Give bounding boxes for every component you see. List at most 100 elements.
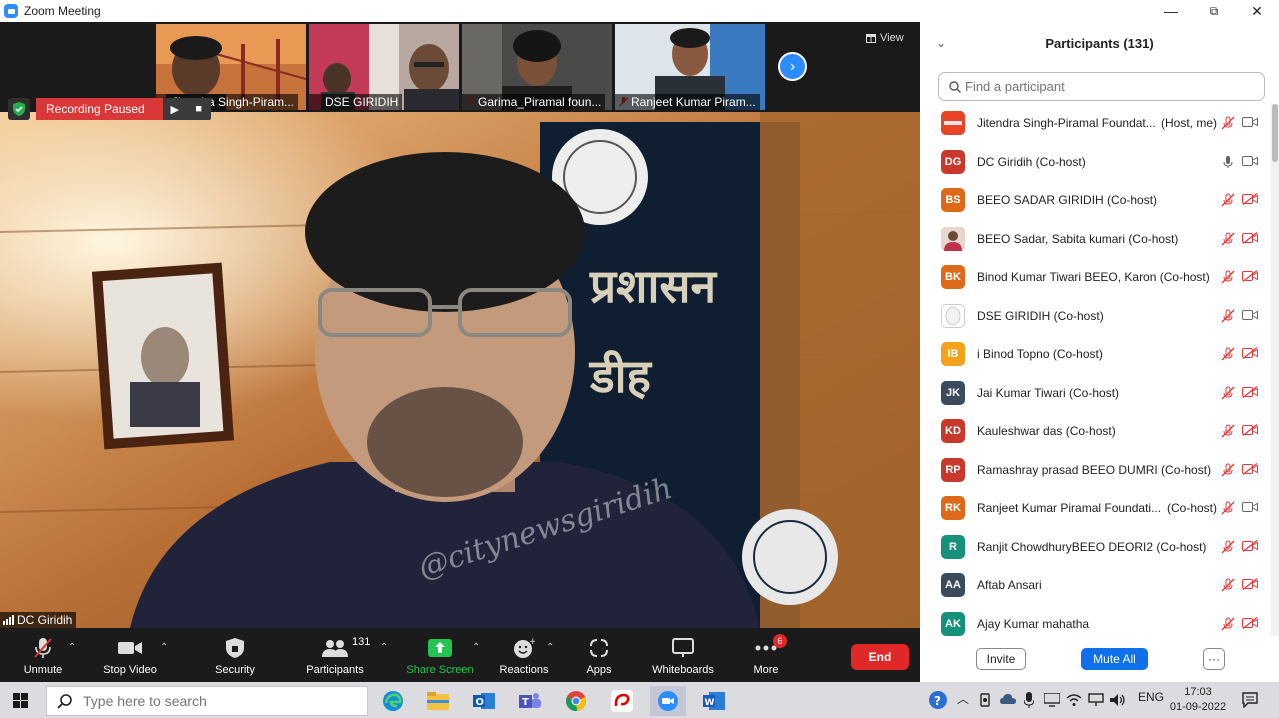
invite-button[interactable]: Invite (976, 648, 1026, 670)
muted-mic-icon[interactable] (1221, 578, 1235, 592)
outlook-icon[interactable]: O (466, 686, 502, 716)
participant-row[interactable]: BK Binod Kumar Tiwari BEEO, Karon (Co-hos… (920, 258, 1270, 297)
muted-mic-icon[interactable] (1221, 540, 1235, 554)
audio-options-caret-icon[interactable]: ⌃ (68, 642, 76, 653)
share-caret-icon[interactable]: ⌃ (472, 642, 480, 653)
participant-row[interactable]: BS BEEO SADAR GIRIDIH (Co-host) (920, 181, 1270, 220)
volume-icon[interactable] (1110, 693, 1126, 710)
reactions-caret-icon[interactable]: ⌃ (546, 642, 554, 653)
mute-all-button[interactable]: Mute All (1081, 648, 1148, 670)
taskbar-search-input[interactable] (83, 693, 343, 709)
participant-search[interactable] (938, 72, 1265, 101)
apps-button[interactable]: Apps (578, 628, 620, 682)
view-button[interactable]: View (866, 32, 904, 44)
file-explorer-icon[interactable] (420, 686, 456, 716)
participant-row[interactable]: Jitendra Singh-Piramal Foundat... (Host, … (920, 104, 1270, 143)
participant-row[interactable]: RP Ramashray prasad BEEO DUMRI (Co-host) (920, 451, 1270, 490)
muted-mic-icon[interactable] (1221, 232, 1235, 246)
next-page-button[interactable]: › (778, 52, 807, 81)
onedrive-cloud-icon[interactable] (1000, 693, 1016, 708)
participant-list-scrollbar[interactable] (1271, 104, 1279, 636)
muted-mic-icon[interactable] (1221, 463, 1235, 477)
muted-mic-icon[interactable] (1221, 617, 1235, 631)
windows-start-icon[interactable] (13, 693, 29, 712)
taskbar-clock[interactable]: 17:03 01-09-2022 (1166, 685, 1230, 715)
airtel-app-icon[interactable] (604, 686, 640, 716)
muted-mic-icon[interactable] (1221, 116, 1235, 130)
more-options-button[interactable]: ··· (1203, 648, 1225, 670)
minimize-button[interactable]: — (1149, 0, 1193, 22)
display-tray-icon[interactable] (1043, 692, 1061, 710)
video-off-icon[interactable] (1242, 539, 1258, 554)
video-off-icon[interactable] (1242, 347, 1258, 361)
video-off-icon[interactable] (1242, 578, 1258, 592)
muted-mic-icon[interactable] (1221, 309, 1235, 323)
resume-recording-button[interactable]: ▶ (163, 103, 187, 116)
participant-row[interactable]: JK Jai Kumar Tiwari (Co-host) (920, 374, 1270, 413)
reactions-button[interactable]: + Reactions (496, 628, 552, 682)
video-options-caret-icon[interactable]: ⌃ (160, 642, 168, 653)
video-camera-icon[interactable] (1242, 116, 1258, 130)
video-off-icon[interactable] (1242, 231, 1258, 246)
edge-icon[interactable] (375, 686, 411, 716)
video-off-icon[interactable] (1242, 616, 1258, 631)
stop-video-label: Stop Video (103, 664, 157, 676)
participant-row[interactable]: IB i Binod Topno (Co-host) (920, 335, 1270, 374)
network-icon[interactable] (1088, 693, 1104, 710)
close-button[interactable]: ✕ (1235, 0, 1279, 22)
help-icon[interactable]: ? (928, 690, 948, 713)
participants-button[interactable]: 131 Participants (300, 628, 370, 682)
whiteboards-button[interactable]: Whiteboards (648, 628, 718, 682)
taskbar-search[interactable] (46, 686, 368, 716)
teams-icon[interactable]: T (512, 686, 548, 716)
participant-row[interactable]: DSE GIRIDIH (Co-host) (920, 297, 1270, 336)
video-camera-icon[interactable] (1242, 155, 1258, 169)
tray-app-icon[interactable] (978, 693, 992, 710)
maximize-button[interactable]: ⧉ (1192, 0, 1236, 22)
muted-mic-icon[interactable] (1221, 193, 1235, 207)
muted-mic-icon[interactable] (1221, 501, 1235, 515)
more-button[interactable]: 6 More (746, 628, 787, 682)
end-meeting-button[interactable]: End (851, 644, 909, 670)
participant-row[interactable]: KD Kauleshwar das (Co-host) (920, 412, 1270, 451)
language-indicator[interactable]: ENG (1138, 690, 1164, 704)
more-dots-icon: 6 (755, 634, 787, 660)
muted-mic-icon[interactable] (1221, 386, 1235, 400)
microphone-icon[interactable] (1221, 155, 1235, 169)
video-thumbnail[interactable]: Ranjeet Kumar Piram... (615, 24, 765, 110)
video-off-icon[interactable] (1242, 462, 1258, 477)
security-shield-icon[interactable] (8, 98, 30, 120)
participant-avatar (941, 303, 965, 328)
zoom-taskbar-icon[interactable] (650, 686, 686, 716)
muted-mic-icon[interactable] (1221, 270, 1235, 284)
notifications-icon[interactable] (1242, 692, 1258, 711)
unmute-button[interactable]: Unmute (18, 628, 68, 682)
stop-recording-button[interactable]: ■ (187, 103, 211, 115)
security-button[interactable]: Security (210, 628, 260, 682)
participant-row[interactable]: AK Ajay Kumar mahatha (920, 605, 1270, 637)
participant-search-input[interactable] (965, 79, 1245, 94)
participant-row[interactable]: BEEO Sadar, Sabita kumari (Co-host) (920, 220, 1270, 259)
participant-row[interactable]: DG DC Giridih (Co-host) (920, 143, 1270, 182)
tray-expand-chevron-icon[interactable]: ︿ (957, 690, 969, 707)
muted-mic-icon[interactable] (1221, 347, 1235, 361)
participant-row[interactable]: AA Aftab Ansari (920, 566, 1270, 605)
wifi-icon[interactable] (1066, 693, 1082, 710)
participant-row[interactable]: RK Ranjeet Kumar Piramal Foundati... (Co-h… (920, 489, 1270, 528)
muted-mic-icon[interactable] (1221, 424, 1235, 438)
stop-video-button[interactable]: Stop Video (100, 628, 160, 682)
video-camera-icon[interactable] (1242, 309, 1258, 323)
chrome-icon[interactable] (558, 686, 594, 716)
video-off-icon[interactable] (1242, 270, 1258, 284)
participant-row[interactable]: R Ranjit ChowdhuryBEEO DEORI2 (Co-host) (920, 528, 1270, 567)
word-icon[interactable]: W (696, 686, 732, 716)
video-thumbnail[interactable]: DSE GIRIDIH (309, 24, 459, 110)
video-off-icon[interactable] (1242, 424, 1258, 438)
microphone-tray-icon[interactable] (1023, 692, 1035, 711)
video-camera-icon[interactable] (1242, 501, 1258, 515)
video-thumbnail[interactable]: Garima_Piramal foun... (462, 24, 612, 110)
participants-caret-icon[interactable]: ⌃ (380, 642, 388, 653)
share-screen-button[interactable]: Share Screen (404, 628, 476, 682)
video-off-icon[interactable] (1242, 385, 1258, 400)
video-off-icon[interactable] (1242, 193, 1258, 207)
